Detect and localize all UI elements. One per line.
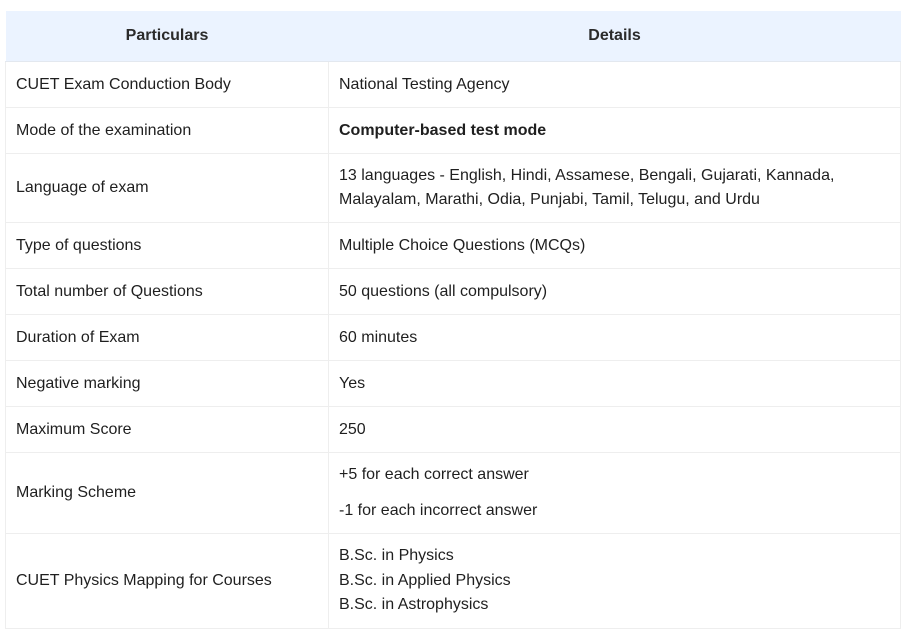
row-label: Maximum Score	[5, 406, 329, 453]
cuet-physics-info-table: Particulars Details CUET Exam Conduction…	[5, 11, 901, 629]
table-row-total-questions: Total number of Questions 50 questions (…	[5, 268, 901, 315]
table-body: CUET Exam Conduction Body National Testi…	[5, 61, 901, 629]
row-value: National Testing Agency	[328, 61, 901, 108]
row-value: +5 for each correct answer -1 for each i…	[328, 452, 901, 534]
row-label: CUET Physics Mapping for Courses	[5, 533, 329, 629]
table-row-marking-scheme: Marking Scheme +5 for each correct answe…	[5, 452, 901, 534]
row-label: CUET Exam Conduction Body	[5, 61, 329, 108]
table-row-question-type: Type of questions Multiple Choice Questi…	[5, 222, 901, 269]
table-header: Particulars Details	[5, 11, 901, 62]
marking-incorrect: -1 for each incorrect answer	[339, 502, 538, 519]
header-row: Particulars Details	[5, 11, 901, 62]
row-label: Duration of Exam	[5, 314, 329, 361]
table-row-course-mapping: CUET Physics Mapping for Courses B.Sc. i…	[5, 533, 901, 629]
row-value: Multiple Choice Questions (MCQs)	[328, 222, 901, 269]
row-label: Negative marking	[5, 360, 329, 407]
row-value: 250	[328, 406, 901, 453]
row-label: Mode of the examination	[5, 107, 329, 154]
table-row-max-score: Maximum Score 250	[5, 406, 901, 453]
row-value: 13 languages - English, Hindi, Assamese,…	[328, 153, 901, 223]
row-label: Total number of Questions	[5, 268, 329, 315]
row-label: Language of exam	[5, 153, 329, 223]
row-value: Yes	[328, 360, 901, 407]
header-details: Details	[328, 11, 901, 62]
course-item: B.Sc. in Physics	[339, 547, 454, 564]
marking-correct: +5 for each correct answer	[339, 466, 529, 483]
row-value: 60 minutes	[328, 314, 901, 361]
table-row-mode: Mode of the examination Computer-based t…	[5, 107, 901, 154]
row-value: 50 questions (all compulsory)	[328, 268, 901, 315]
row-value: B.Sc. in Physics B.Sc. in Applied Physic…	[328, 533, 901, 629]
header-particulars: Particulars	[5, 11, 329, 62]
table-row-language: Language of exam 13 languages - English,…	[5, 153, 901, 223]
row-label: Type of questions	[5, 222, 329, 269]
table-row-conduction-body: CUET Exam Conduction Body National Testi…	[5, 61, 901, 108]
row-value: Computer-based test mode	[328, 107, 901, 154]
table-row-duration: Duration of Exam 60 minutes	[5, 314, 901, 361]
course-item: B.Sc. in Applied Physics	[339, 571, 511, 589]
course-item: B.Sc. in Astrophysics	[339, 596, 489, 613]
table-row-negative-marking: Negative marking Yes	[5, 360, 901, 407]
row-label: Marking Scheme	[5, 452, 329, 534]
